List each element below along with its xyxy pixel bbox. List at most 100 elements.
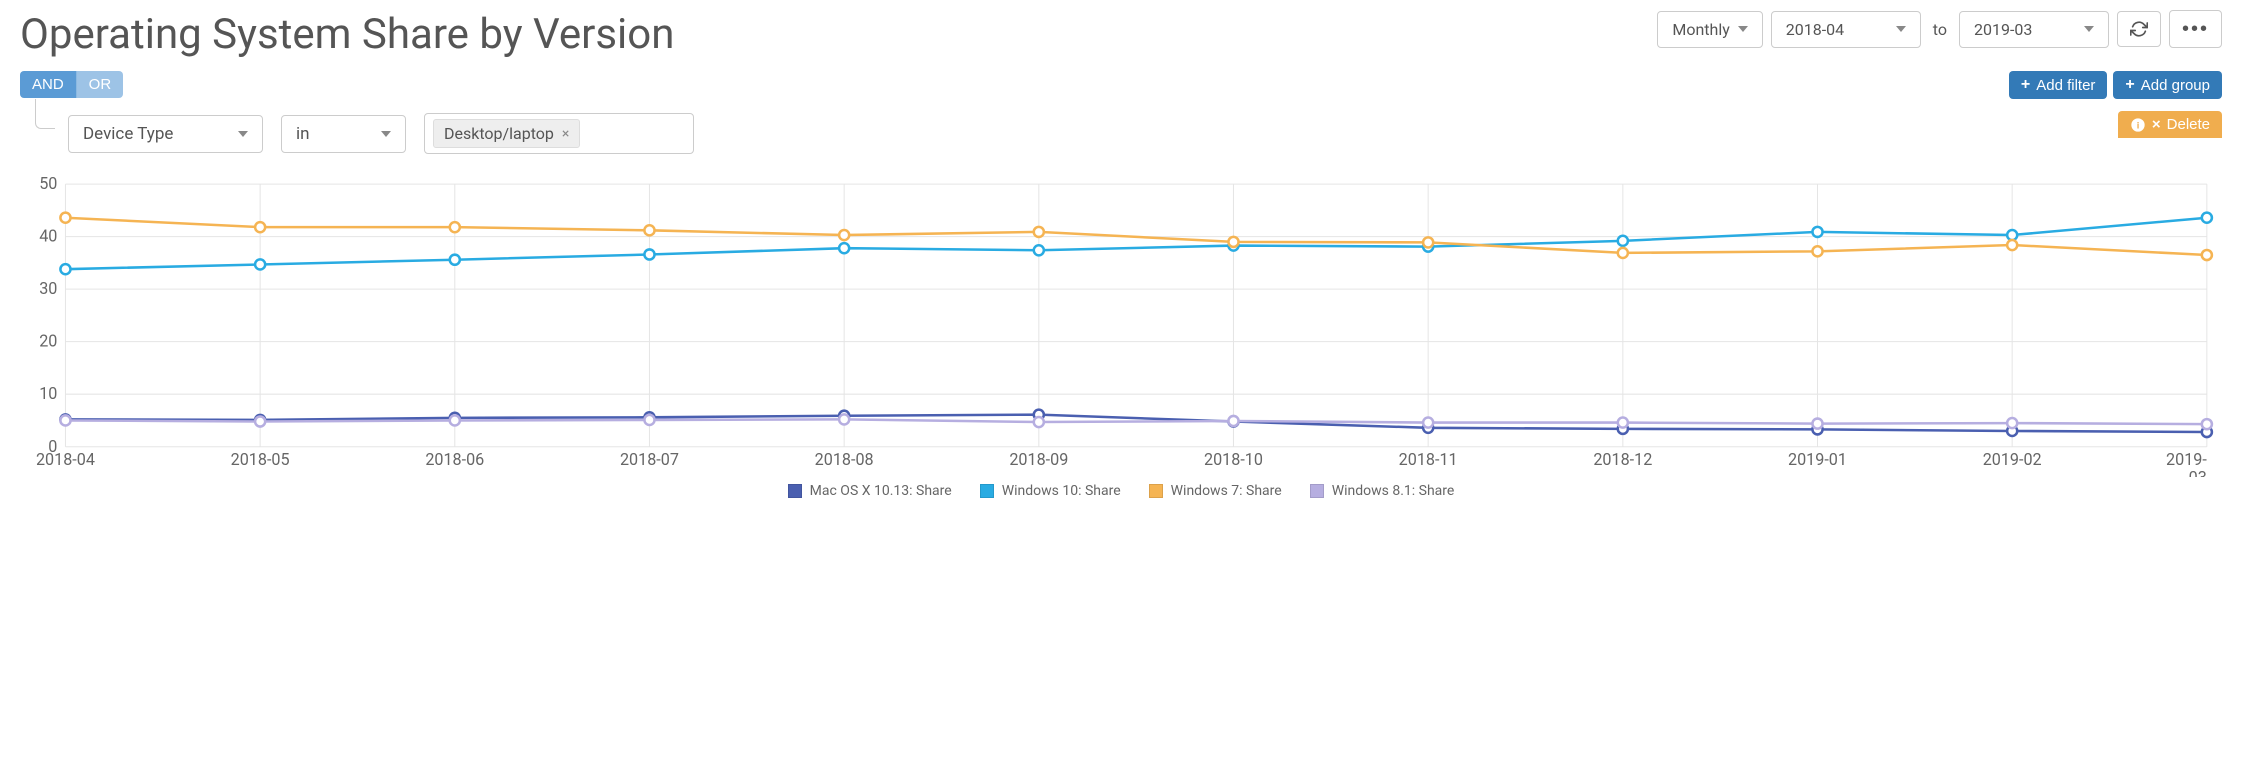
x-tick-label: 2018-04: [36, 450, 95, 469]
filter-bar: AND OR + Add filter + Add group: [20, 71, 2222, 99]
refresh-icon: [2130, 20, 2148, 38]
delete-filter-button[interactable]: i × Delete: [2118, 111, 2222, 138]
y-tick-label: 20: [39, 332, 57, 351]
chart-marker[interactable]: [2202, 250, 2212, 260]
chart-marker[interactable]: [644, 249, 654, 259]
filter-row-wrapper: Device Type in Desktop/laptop × i × Dele…: [20, 105, 2222, 162]
delete-label: Delete: [2167, 116, 2210, 133]
x-tick-label: 2019-: [2166, 450, 2207, 469]
chart-marker[interactable]: [1812, 419, 1822, 429]
chart-marker[interactable]: [1228, 237, 1238, 247]
chart-marker[interactable]: [1812, 246, 1822, 256]
legend-item[interactable]: Windows 10: Share: [980, 483, 1121, 499]
chart-marker[interactable]: [1423, 418, 1433, 428]
refresh-button[interactable]: [2117, 11, 2161, 47]
y-tick-label: 10: [39, 384, 57, 403]
chart-marker[interactable]: [644, 415, 654, 425]
chevron-down-icon: [1896, 26, 1906, 32]
y-tick-label: 50: [39, 174, 57, 193]
chart-marker[interactable]: [839, 243, 849, 253]
filter-values-input[interactable]: Desktop/laptop ×: [424, 113, 694, 154]
chart-marker[interactable]: [60, 264, 70, 274]
x-tick-label: 2019-02: [1983, 450, 2042, 469]
date-from-label: 2018-04: [1786, 20, 1844, 39]
chart-line: [65, 218, 2206, 269]
chart-marker[interactable]: [450, 415, 460, 425]
chart-marker[interactable]: [1618, 418, 1628, 428]
chart-marker[interactable]: [450, 222, 460, 232]
chart-marker[interactable]: [839, 230, 849, 240]
chart-marker[interactable]: [1034, 227, 1044, 237]
granularity-dropdown[interactable]: Monthly: [1657, 11, 1762, 48]
filter-field-label: Device Type: [83, 124, 173, 144]
chart-marker[interactable]: [839, 414, 849, 424]
line-chart: 010203040502018-042018-052018-062018-072…: [20, 174, 2222, 477]
filter-actions: + Add filter + Add group: [2009, 71, 2222, 99]
more-icon: •••: [2182, 19, 2209, 39]
legend-label: Windows 7: Share: [1171, 483, 1282, 499]
x-tick-label: 2018-11: [1399, 450, 1458, 469]
plus-icon: +: [2021, 76, 2030, 94]
date-to-label: 2019-03: [1974, 20, 2032, 39]
chart-marker[interactable]: [2202, 419, 2212, 429]
legend-swatch: [1310, 484, 1324, 498]
chart-marker[interactable]: [1228, 416, 1238, 426]
chip-remove-icon[interactable]: ×: [562, 126, 569, 142]
chart-marker[interactable]: [2202, 213, 2212, 223]
chart-marker[interactable]: [1812, 227, 1822, 237]
legend-label: Windows 8.1: Share: [1332, 483, 1455, 499]
chart-marker[interactable]: [1034, 245, 1044, 255]
date-to-dropdown[interactable]: 2019-03: [1959, 11, 2109, 48]
chart-marker[interactable]: [60, 415, 70, 425]
filter-operator-label: in: [296, 124, 310, 144]
chart-marker[interactable]: [255, 416, 265, 426]
legend-item[interactable]: Windows 8.1: Share: [1310, 483, 1455, 499]
chart-marker[interactable]: [255, 222, 265, 232]
chart-marker[interactable]: [1423, 237, 1433, 247]
chevron-down-icon: [381, 131, 391, 137]
date-from-dropdown[interactable]: 2018-04: [1771, 11, 1921, 48]
add-filter-button[interactable]: + Add filter: [2009, 71, 2108, 99]
x-tick-label: 2019-01: [1788, 450, 1847, 469]
filter-chip: Desktop/laptop ×: [433, 119, 580, 148]
legend-label: Windows 10: Share: [1002, 483, 1121, 499]
add-filter-label: Add filter: [2036, 77, 2095, 94]
x-tick-label: 2018-09: [1009, 450, 1068, 469]
chevron-down-icon: [1738, 26, 1748, 32]
chevron-down-icon: [2084, 26, 2094, 32]
add-group-button[interactable]: + Add group: [2113, 71, 2222, 99]
chart-marker[interactable]: [1618, 236, 1628, 246]
more-button[interactable]: •••: [2169, 10, 2222, 48]
filter-field-dropdown[interactable]: Device Type: [68, 115, 263, 153]
andor-toggle: AND OR: [20, 71, 123, 98]
page-title: Operating System Share by Version: [20, 10, 674, 59]
add-group-label: Add group: [2141, 77, 2210, 94]
or-button[interactable]: OR: [77, 71, 124, 98]
chart-marker[interactable]: [1034, 417, 1044, 427]
chart-line: [65, 419, 2206, 424]
svg-text:i: i: [2137, 120, 2140, 130]
and-button[interactable]: AND: [20, 71, 77, 98]
chart-marker[interactable]: [1618, 248, 1628, 258]
legend-swatch: [788, 484, 802, 498]
info-icon: i: [2130, 117, 2146, 133]
chart-marker[interactable]: [2007, 230, 2017, 240]
legend-swatch: [980, 484, 994, 498]
legend-swatch: [1149, 484, 1163, 498]
legend-item[interactable]: Windows 7: Share: [1149, 483, 1282, 499]
filter-operator-dropdown[interactable]: in: [281, 115, 406, 153]
chart-marker[interactable]: [450, 255, 460, 265]
filter-row: Device Type in Desktop/laptop × i × Dele…: [20, 105, 2222, 162]
x-tick-label: 2018-12: [1593, 450, 1652, 469]
chart-area: 010203040502018-042018-052018-062018-072…: [20, 174, 2222, 499]
chart-marker[interactable]: [60, 213, 70, 223]
chart-marker[interactable]: [255, 259, 265, 269]
granularity-label: Monthly: [1672, 20, 1729, 39]
chart-marker[interactable]: [2007, 240, 2017, 250]
chart-marker[interactable]: [644, 225, 654, 235]
y-tick-label: 40: [39, 227, 57, 246]
chart-marker[interactable]: [2007, 418, 2017, 428]
legend-item[interactable]: Mac OS X 10.13: Share: [788, 483, 952, 499]
x-tick-label: 2018-08: [815, 450, 874, 469]
legend-label: Mac OS X 10.13: Share: [810, 483, 952, 499]
